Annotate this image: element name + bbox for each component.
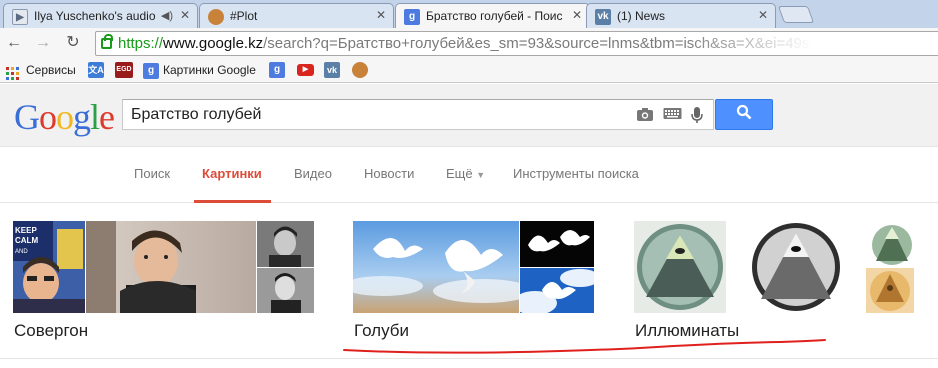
vk-icon: vk — [595, 9, 611, 25]
youtube-icon[interactable]: ▶ — [297, 64, 314, 76]
egd-icon[interactable]: EGD — [115, 62, 133, 78]
tab-audio[interactable]: ▶ Ilya Yuschenko's audio ◀) ✕ — [3, 3, 198, 28]
image-results: KEEP CALM AND Совергон Голуби Иллюминаты — [0, 204, 938, 368]
tab-images[interactable]: Картинки — [202, 166, 262, 181]
close-icon[interactable]: ✕ — [572, 8, 582, 22]
apps-icon — [6, 66, 20, 80]
reload-icon[interactable]: ↻ — [63, 33, 83, 53]
keyboard-icon[interactable] — [663, 107, 682, 124]
url-host: www.google.kz — [163, 35, 264, 52]
divider — [0, 358, 938, 359]
bookmark-google-images[interactable]: g Картинки Google — [143, 62, 256, 79]
camera-icon[interactable] — [636, 107, 654, 126]
speaker-icon: ◀) — [160, 10, 173, 22]
google-bookmark-icon-2[interactable]: g — [269, 62, 285, 78]
tab-title: #Plot — [230, 9, 258, 23]
tab-title: (1) News — [617, 9, 666, 23]
browser-toolbar: ← → ↻ https://www.google.kz/search?q=Бра… — [0, 28, 938, 58]
bookmark-services[interactable]: Сервисы — [6, 62, 76, 80]
tab-more-label: Ещё — [446, 166, 473, 181]
vk-bookmark-icon[interactable]: vk — [324, 62, 340, 78]
tab-video[interactable]: Видео — [294, 166, 332, 181]
cookie-bookmark-icon[interactable] — [352, 62, 368, 78]
logo-letter: o — [39, 97, 57, 137]
search-icon — [736, 104, 752, 120]
search-button[interactable] — [715, 99, 773, 130]
dropdown-arrow-icon: ▼ — [476, 170, 486, 180]
tab-search[interactable]: Поиск — [134, 166, 170, 181]
lock-icon — [101, 34, 113, 49]
bookmark-label: Картинки Google — [163, 63, 256, 77]
tab-more[interactable]: Ещё ▼ — [446, 166, 485, 181]
tab-vk-news[interactable]: vk (1) News ✕ — [586, 3, 776, 28]
forward-arrow-icon[interactable]: → — [33, 33, 53, 53]
address-bar[interactable]: https://www.google.kz/search?q=Братство+… — [95, 31, 938, 56]
search-box — [122, 99, 714, 130]
browser-window: ▶ Ilya Yuschenko's audio ◀) ✕ #Plot ✕ g … — [0, 0, 938, 368]
tab-strip: ▶ Ilya Yuschenko's audio ◀) ✕ #Plot ✕ g … — [0, 0, 938, 29]
bookmark-label: Сервисы — [26, 63, 76, 77]
tab-news[interactable]: Новости — [364, 166, 414, 181]
google-header: Google — [0, 84, 938, 147]
new-tab-button[interactable] — [777, 6, 815, 23]
play-icon: ▶ — [12, 9, 28, 25]
google-logo[interactable]: Google — [14, 97, 115, 137]
search-input[interactable] — [131, 105, 621, 125]
logo-letter: G — [14, 97, 40, 137]
tab-title: Братство голубей - Поис — [426, 9, 563, 23]
google-bookmark-icon: g — [143, 62, 159, 79]
logo-letter: o — [56, 97, 74, 137]
logo-letter: l — [90, 97, 100, 137]
tab-title: Ilya Yuschenko's audio — [34, 9, 156, 23]
close-icon[interactable]: ✕ — [376, 8, 386, 22]
back-arrow-icon[interactable]: ← — [4, 33, 24, 53]
logo-letter: e — [99, 97, 115, 137]
bookmarks-bar: Сервисы 文A EGD g Картинки Google g ▶ vk — [0, 58, 938, 83]
microphone-icon[interactable] — [691, 107, 703, 128]
tab-google-search[interactable]: g Братство голубей - Поис ✕ — [395, 3, 590, 29]
tab-plot[interactable]: #Plot ✕ — [199, 3, 394, 28]
google-icon: g — [404, 9, 420, 25]
search-nav: Поиск Картинки Видео Новости Ещё ▼ Инстр… — [0, 148, 938, 203]
url-scheme: https:// — [118, 35, 164, 52]
close-icon[interactable]: ✕ — [758, 8, 768, 22]
cookie-icon — [208, 9, 224, 25]
selected-tab-indicator — [194, 200, 271, 203]
tab-search-tools[interactable]: Инструменты поиска — [513, 166, 639, 181]
red-underline-annotation — [343, 339, 826, 354]
address-bar-fade — [684, 32, 938, 55]
logo-letter: g — [73, 97, 91, 137]
close-icon[interactable]: ✕ — [180, 8, 190, 22]
translate-icon[interactable]: 文A — [88, 62, 104, 78]
